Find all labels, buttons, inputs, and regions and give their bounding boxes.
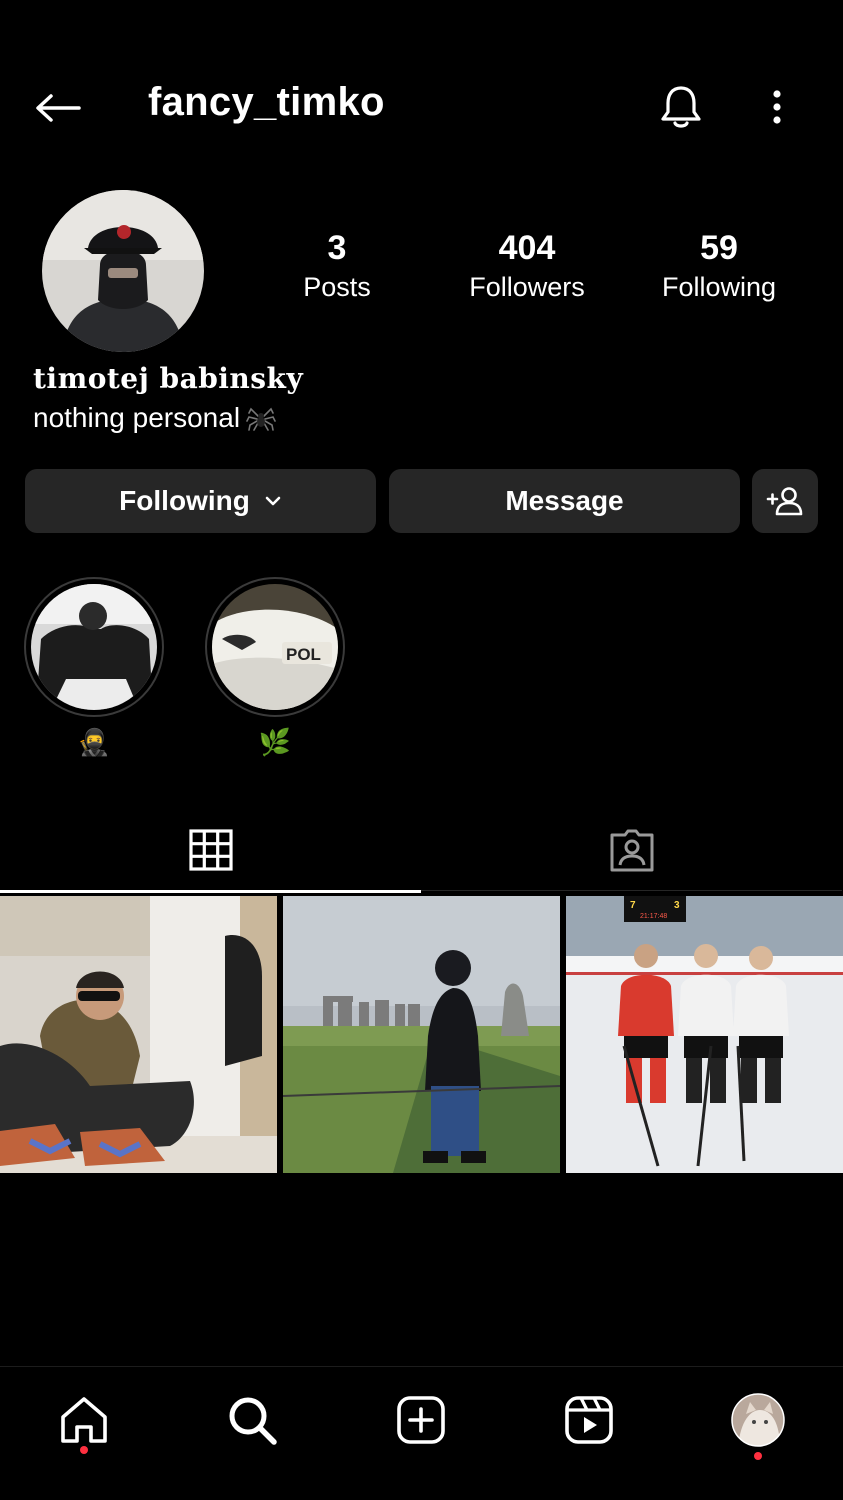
stat-followers[interactable]: 404 Followers xyxy=(442,228,612,306)
following-count: 59 xyxy=(700,229,738,267)
grid-icon xyxy=(188,829,233,871)
highlight-ring: POL xyxy=(205,577,345,717)
create-icon xyxy=(397,1396,445,1444)
arrow-left-icon xyxy=(36,94,81,122)
reels-icon xyxy=(565,1396,613,1444)
post-thumbnail[interactable] xyxy=(0,896,277,1173)
back-button[interactable] xyxy=(30,85,84,131)
highlight-caption: 🌿 xyxy=(258,727,292,757)
post-thumbnail[interactable] xyxy=(283,896,560,1173)
tab-tagged[interactable] xyxy=(421,810,842,891)
following-button[interactable]: Following xyxy=(25,469,376,533)
profile-avatar-icon xyxy=(731,1393,785,1447)
highlight-cover xyxy=(31,584,157,710)
profile-username: fancy_timko xyxy=(148,80,385,124)
notification-dot xyxy=(754,1452,762,1460)
highlight-caption: 🥷 xyxy=(77,727,111,757)
following-label: Following xyxy=(661,272,777,302)
bio-text: nothing personal xyxy=(33,402,241,433)
followers-label: Followers xyxy=(469,272,585,302)
highlight-ring xyxy=(24,577,164,717)
nav-profile[interactable] xyxy=(726,1388,790,1460)
tagged-person-icon xyxy=(610,829,653,872)
profile-avatar[interactable] xyxy=(42,190,204,352)
svg-text:3: 3 xyxy=(674,900,680,911)
nav-create[interactable] xyxy=(389,1388,453,1452)
suggested-users-button[interactable] xyxy=(752,469,818,533)
followers-count: 404 xyxy=(498,229,556,267)
highlight-cover: POL xyxy=(212,584,338,710)
message-button[interactable]: Message xyxy=(389,469,740,533)
tab-posts-grid[interactable] xyxy=(0,810,421,893)
notification-dot xyxy=(80,1446,88,1454)
story-highlight[interactable]: POL 🌿 xyxy=(205,577,345,757)
posts-count: 3 xyxy=(327,229,347,267)
post-thumbnail[interactable]: 7 3 21:17:48 xyxy=(566,896,843,1173)
bell-icon xyxy=(661,86,701,128)
search-icon xyxy=(229,1397,277,1445)
spider-icon xyxy=(246,407,276,431)
svg-text:7: 7 xyxy=(630,900,636,911)
more-vertical-icon xyxy=(773,90,781,124)
message-button-label: Message xyxy=(505,485,624,516)
nav-home[interactable] xyxy=(52,1388,116,1454)
svg-text:POL: POL xyxy=(286,645,321,664)
following-button-label: Following xyxy=(119,485,250,516)
stat-following[interactable]: 59 Following xyxy=(634,228,804,306)
more-options-button[interactable] xyxy=(755,80,799,134)
posts-label: Posts xyxy=(303,272,371,302)
profile-bio: nothing personal xyxy=(33,402,276,434)
profile-full-name: timotej babinsky xyxy=(33,362,304,395)
notifications-button[interactable] xyxy=(654,80,708,134)
nav-search[interactable] xyxy=(220,1388,284,1452)
home-icon xyxy=(61,1397,107,1443)
nav-reels[interactable] xyxy=(557,1388,621,1452)
stat-posts[interactable]: 3 Posts xyxy=(252,228,422,306)
story-highlight[interactable]: 🥷 xyxy=(24,577,164,757)
svg-text:21:17:48: 21:17:48 xyxy=(640,913,667,920)
add-user-icon xyxy=(766,487,803,516)
chevron-down-icon xyxy=(265,496,281,506)
top-bar: fancy_timko xyxy=(0,0,843,160)
